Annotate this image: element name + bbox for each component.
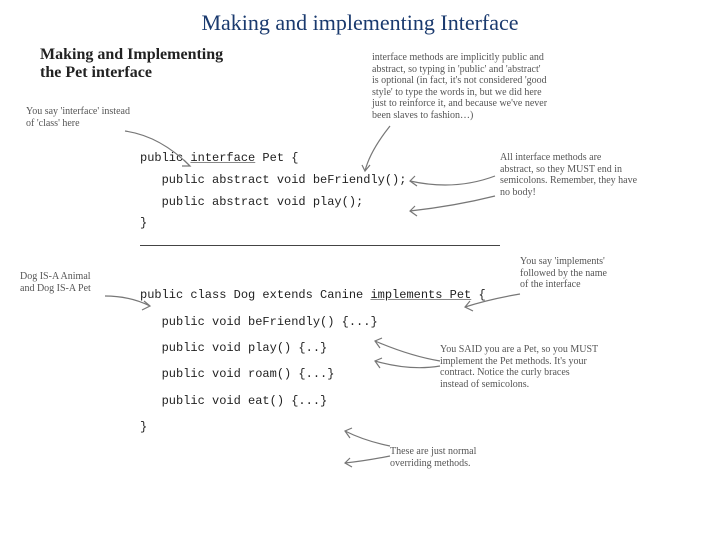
- annotation-implicit: interface methods are implicitly public …: [372, 52, 642, 121]
- annotation-must-implement: You SAID you are a Pet, so you MUST impl…: [440, 344, 660, 390]
- arrow-icon: [120, 126, 210, 176]
- annotation-is-a: Dog IS-A Animal and Dog IS-A Pet: [20, 271, 91, 294]
- arrow-icon: [340, 451, 400, 471]
- page-title: Making and implementing Interface: [0, 0, 720, 42]
- heading-line2: the Pet interface: [40, 64, 152, 81]
- annotation-must-semicolon: All interface methods are abstract, so t…: [500, 152, 690, 198]
- arrow-icon: [100, 291, 160, 316]
- arrow-icon: [460, 289, 530, 314]
- divider: [140, 245, 500, 246]
- arrow-icon: [360, 121, 410, 181]
- arrow-icon: [370, 356, 450, 381]
- heading-line1: Making and Implementing: [40, 46, 223, 63]
- annotation-overriding: These are just normal overriding methods…: [390, 446, 476, 469]
- annotation-interface: You say 'interface' instead of 'class' h…: [26, 106, 130, 129]
- content-area: Making and Implementing the Pet interfac…: [0, 46, 720, 440]
- annotation-implements: You say 'implements' followed by the nam…: [520, 256, 607, 291]
- arrow-icon: [405, 191, 505, 221]
- keyword-implements: implements Pet: [370, 288, 471, 302]
